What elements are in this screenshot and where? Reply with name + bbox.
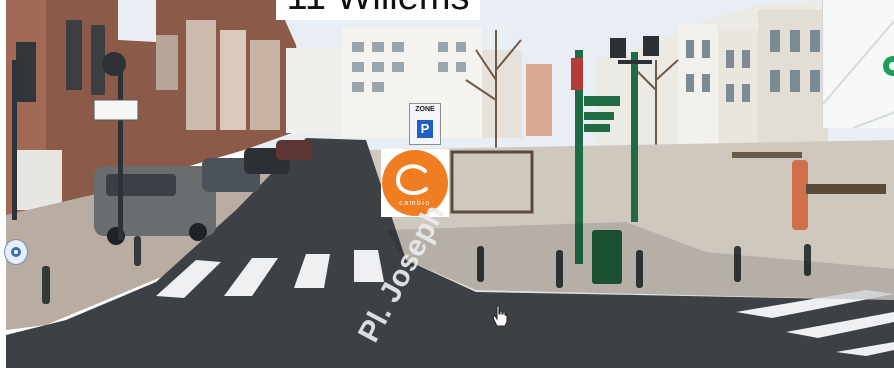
- hand-cursor-icon: [492, 305, 508, 327]
- street-view-panorama[interactable]: [6, 0, 894, 368]
- window-title-banner: 11 Willems: [276, 0, 480, 20]
- minimap[interactable]: [823, 0, 894, 128]
- zone-sign-text: ZONE: [415, 106, 435, 113]
- street-view-viewer[interactable]: 11 Willems ZONE P cambio Pl. Joseph: [0, 0, 894, 368]
- parking-zone-sign: ZONE P: [409, 103, 441, 145]
- cambio-logo: cambio: [381, 149, 449, 217]
- parking-letter: P: [417, 120, 433, 138]
- logo-caption: cambio: [399, 200, 431, 207]
- minimap-panel[interactable]: [822, 0, 894, 128]
- compass-icon[interactable]: [4, 239, 28, 265]
- window-title: 11 Willems: [276, 0, 480, 20]
